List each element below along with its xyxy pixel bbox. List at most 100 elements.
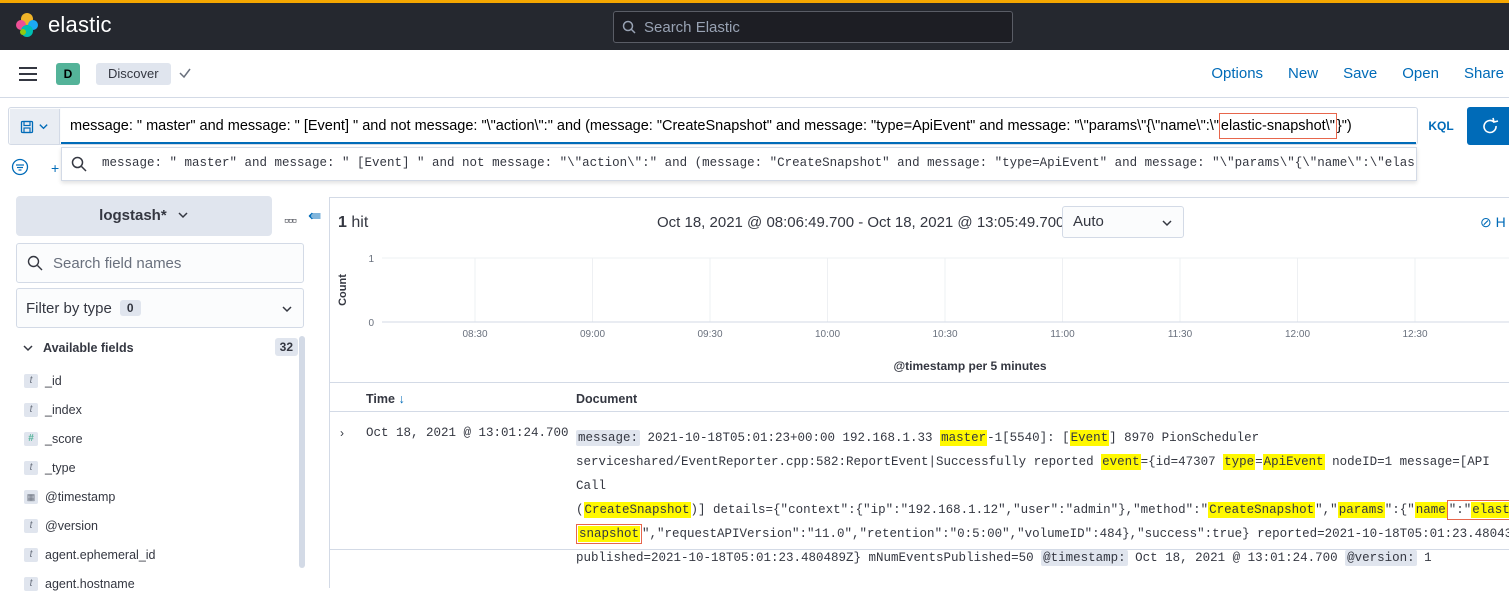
breadcrumb-discover[interactable]: Discover (96, 63, 171, 85)
doc-text: 1 (1416, 551, 1432, 565)
add-filter-icon[interactable]: + (51, 160, 59, 176)
sidebar-scrollbar[interactable] (299, 336, 305, 568)
highlight: master (940, 430, 988, 446)
field-item[interactable]: t _index (24, 395, 156, 424)
available-fields-label: Available fields (43, 341, 134, 355)
filter-type-label: Filter by type (26, 299, 112, 317)
query-suggestion[interactable]: message: " master" and message: " [Event… (61, 147, 1417, 181)
more-options-icon[interactable]: ▫▫▫ (284, 212, 297, 228)
string-type-icon: t (24, 518, 38, 533)
doc-line-1: message: 2021-10-18T05:01:23+00:00 192.1… (576, 426, 1496, 450)
elastic-logo[interactable]: elastic (14, 12, 112, 38)
menu-icon[interactable] (19, 67, 37, 81)
doc-line-5: published=2021-10-18T05:01:23.480489Z} m… (576, 546, 1496, 570)
suggestion-search-icon (62, 148, 96, 180)
field-name: _score (45, 431, 83, 446)
field-name: @version (45, 518, 98, 533)
string-type-icon: t (24, 460, 38, 475)
field-search-input[interactable]: Search field names (16, 243, 304, 283)
filter-count-badge: 0 (119, 300, 141, 316)
field-item[interactable]: t agent.hostname (24, 569, 156, 598)
field-search-placeholder: Search field names (53, 254, 182, 272)
refresh-icon (1483, 117, 1499, 134)
save-link[interactable]: Save (1343, 65, 1377, 82)
eye-closed-icon: ⊘ (1480, 214, 1492, 230)
filter-by-type-dropdown[interactable]: Filter by type 0 (16, 288, 304, 328)
field-key: @timestamp: (1041, 550, 1128, 566)
discover-results: 1 hit Oct 18, 2021 @ 08:06:49.700 - Oct … (329, 197, 1509, 588)
histogram-chart: 1 0 08:30 09:00 09:30 10:00 10:30 11:00 11:30 12:… (337, 254, 1509, 373)
highlight: snapshot (578, 526, 641, 542)
query-text-end: }") (1336, 118, 1352, 134)
field-name: agent.ephemeral_id (45, 547, 156, 562)
chevron-down-icon (282, 306, 292, 313)
doc-text: = (1255, 455, 1263, 469)
y-tick-label: 0 (368, 318, 374, 329)
expand-row-icon[interactable]: › (340, 426, 344, 440)
document-column-header: Document (576, 392, 638, 406)
query-input[interactable]: message: " master" and message: " [Event… (61, 108, 1416, 144)
field-item[interactable]: t _type (24, 453, 156, 482)
suggestion-text: message: " master" and message: " [Event… (102, 156, 1414, 170)
doc-text: published=2021-10-18T05:01:23.480489Z} m… (576, 551, 1042, 565)
index-pattern-selector[interactable]: logstash* (16, 196, 272, 236)
field-item[interactable]: t _id (24, 366, 156, 395)
doc-text: ={id=47307 (1140, 455, 1224, 469)
highlight: event (1101, 454, 1141, 470)
field-name: _index (45, 402, 82, 417)
field-item[interactable]: # _score (24, 424, 156, 453)
number-type-icon: # (24, 431, 38, 446)
highlight: ApiEvent (1262, 454, 1325, 470)
saved-query-button[interactable] (10, 109, 60, 144)
doc-text: ":{" (1384, 503, 1415, 517)
doc-text: ":" (1448, 503, 1472, 517)
x-tick-label: 08:30 (462, 329, 487, 340)
search-icon (27, 255, 43, 271)
filter-icon[interactable] (11, 158, 29, 176)
doc-text: ","requestAPIVersion":"11.0","retention"… (642, 527, 1509, 541)
query-text: message: " master" and message: " [Event… (70, 118, 1219, 134)
y-tick-label: 1 (368, 254, 374, 265)
new-link[interactable]: New (1288, 65, 1318, 82)
x-tick-label: 09:00 (580, 329, 605, 340)
highlight: params (1337, 502, 1385, 518)
string-type-icon: t (24, 576, 38, 591)
time-column-header[interactable]: Time ↓ (366, 392, 405, 406)
interval-select[interactable]: Auto (1062, 206, 1184, 238)
share-link[interactable]: Share (1464, 65, 1504, 82)
elastic-logo-icon (16, 13, 38, 37)
hit-number: 1 (338, 214, 347, 231)
doc-text: Oct 18, 2021 @ 13:01:24.700 (1127, 551, 1346, 565)
chevron-down-icon (178, 212, 188, 219)
field-name: _id (45, 373, 62, 388)
doc-text: )] details={"context":{"ip":"192.168.1.1… (690, 503, 1209, 517)
kql-toggle[interactable]: KQL (1418, 107, 1464, 145)
hide-chart-button[interactable]: ⊘ H (1480, 214, 1506, 231)
string-type-icon: t (24, 547, 38, 562)
available-fields-toggle[interactable]: Available fields 32 (22, 338, 298, 358)
field-item[interactable]: t agent.ephemeral_id (24, 540, 156, 569)
refresh-button[interactable] (1467, 107, 1509, 145)
table-row[interactable]: › Oct 18, 2021 @ 13:01:24.700 message: 2… (330, 420, 1509, 566)
field-name: agent.hostname (45, 576, 135, 591)
open-link[interactable]: Open (1402, 65, 1439, 82)
field-item[interactable]: ▦ @timestamp (24, 482, 156, 511)
x-tick-label: 12:30 (1402, 329, 1427, 340)
global-search-placeholder: Search Elastic (644, 18, 740, 36)
time-column-label: Time (366, 392, 395, 406)
global-search-input[interactable]: Search Elastic (613, 11, 1013, 43)
x-tick-label: 12:00 (1285, 329, 1310, 340)
doc-line-2: serviceshared/EventReporter.cpp:582:Repo… (576, 450, 1496, 498)
highlight: name (1414, 502, 1447, 518)
chevron-down-icon (39, 124, 48, 130)
doc-text: ] 8970 PionScheduler (1109, 431, 1260, 445)
options-link[interactable]: Options (1211, 65, 1263, 82)
highlight: CreateSnapshot (1208, 502, 1316, 518)
doc-text: serviceshared/EventReporter.cpp:582:Repo… (576, 455, 1102, 469)
space-avatar[interactable]: D (56, 63, 80, 85)
collapse-sidebar-icon[interactable]: ⇚ (308, 206, 321, 226)
field-item[interactable]: t @version (24, 511, 156, 540)
row-document: message: 2021-10-18T05:01:23+00:00 192.1… (576, 426, 1509, 570)
highlight: CreateSnapshot (583, 502, 691, 518)
field-list: t _id t _index # _score t _type ▦ @timestamp … (24, 366, 156, 598)
